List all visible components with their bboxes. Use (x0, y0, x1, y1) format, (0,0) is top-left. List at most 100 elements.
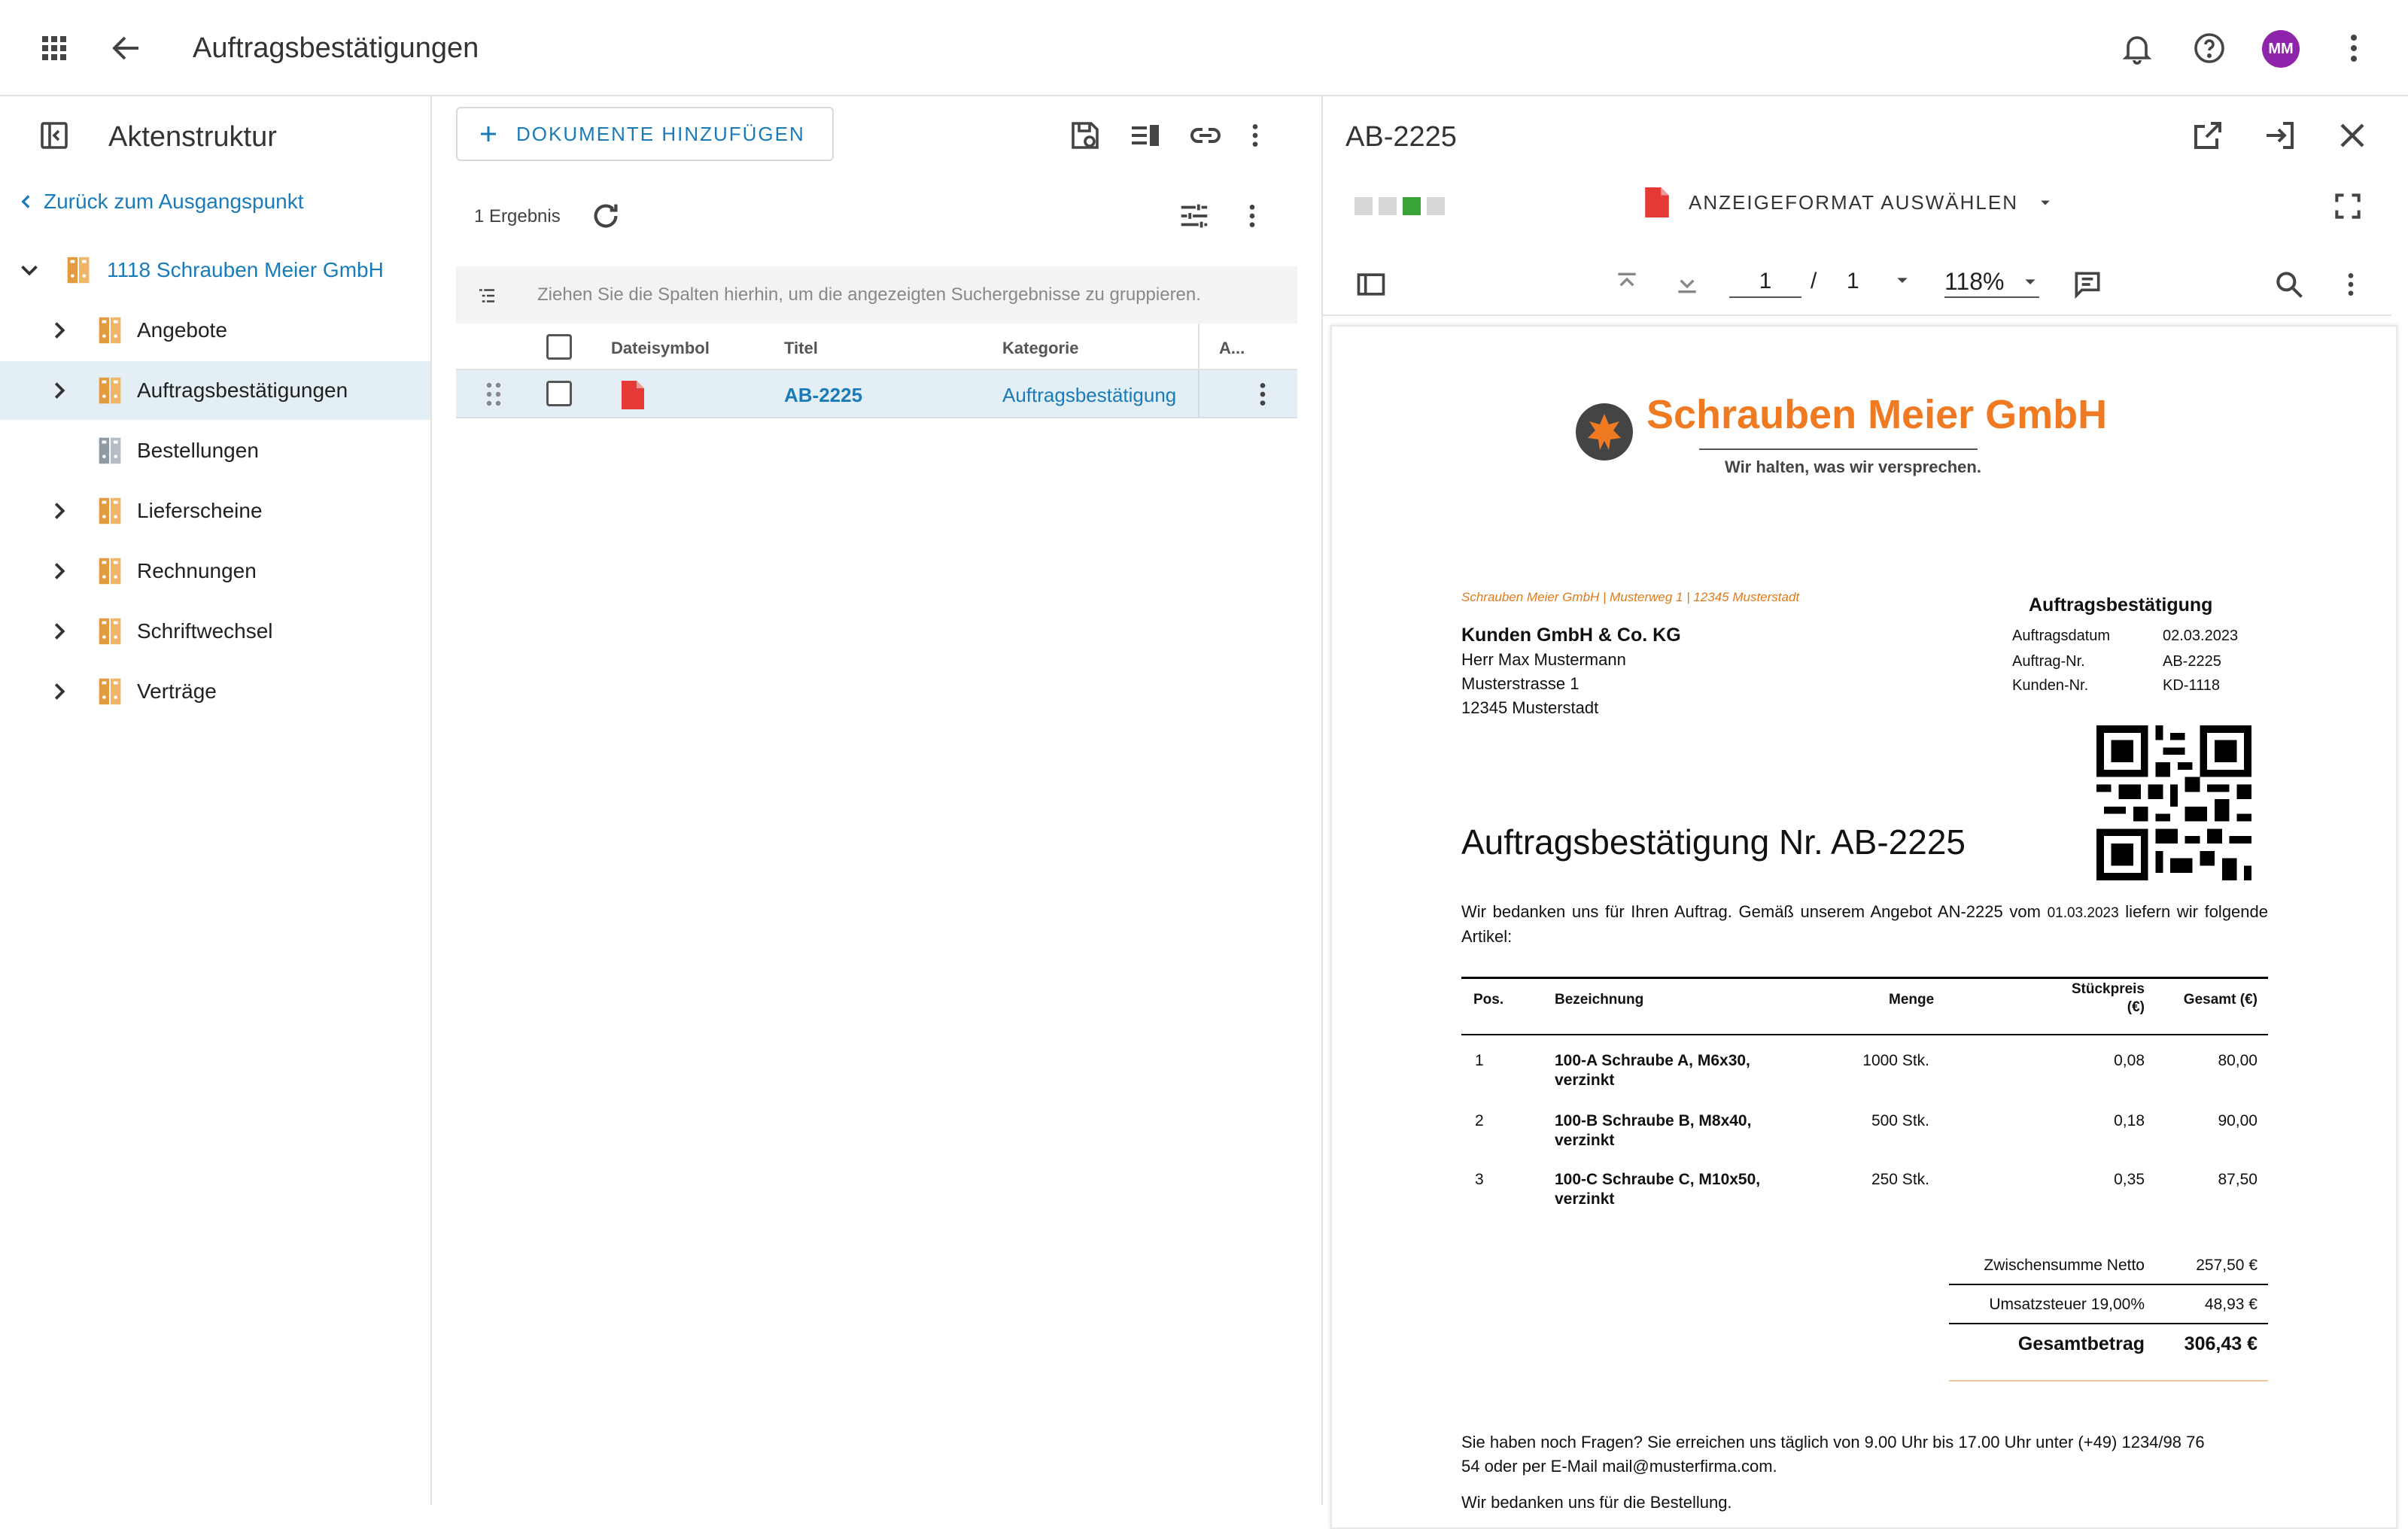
last-page-icon[interactable] (1672, 268, 1702, 298)
back-arrow-icon[interactable] (108, 30, 144, 66)
collapse-panel-icon[interactable] (36, 117, 72, 154)
sender-line: Schrauben Meier GmbH | Musterweg 1 | 123… (1461, 590, 1800, 604)
row-category[interactable]: Auftragsbestätigung (1002, 384, 1176, 407)
fullscreen-icon[interactable] (2331, 190, 2364, 223)
dock-panel-icon[interactable] (2262, 117, 2298, 154)
tree-item-label: Bestellungen (137, 439, 259, 462)
tree-item-angebote[interactable]: Angebote (0, 301, 430, 360)
subtotal-value: 257,50 € (2196, 1257, 2258, 1274)
more-vert-icon[interactable] (1237, 199, 1267, 233)
column-divider (1198, 324, 1199, 370)
column-header-category[interactable]: Kategorie (1002, 339, 1078, 358)
info-label: Auftrag-Nr. (2012, 653, 2085, 670)
notification-bell-icon[interactable] (2119, 30, 2155, 66)
binder-folder-icon (93, 373, 128, 408)
document-title: AB-2225 (1345, 121, 1457, 153)
swatch-active[interactable] (1403, 197, 1421, 215)
zoom-select[interactable]: 118% (1944, 265, 2039, 298)
save-search-icon[interactable] (1067, 117, 1103, 154)
apps-grid-icon[interactable] (36, 30, 72, 66)
table-row[interactable]: AB-2225 Auftragsbestätigung (456, 370, 1297, 418)
chevron-left-icon (17, 192, 36, 211)
chevron-right-icon[interactable] (45, 617, 74, 646)
open-external-icon[interactable] (2190, 117, 2226, 154)
chevron-right-icon[interactable] (45, 677, 74, 706)
column-header-truncated[interactable]: A... (1219, 339, 1245, 358)
plus-icon (477, 123, 500, 145)
subtotal-label: Zwischensumme Netto (1984, 1257, 2145, 1274)
th-unit-b: (€) (2127, 999, 2145, 1015)
tree-item-bestellungen[interactable]: Bestellungen (0, 421, 430, 480)
th-unit-a: Stückpreis (2071, 981, 2145, 997)
tree-item-rechnungen[interactable]: Rechnungen (0, 542, 430, 600)
link-icon[interactable] (1187, 117, 1224, 154)
user-avatar[interactable]: MM (2262, 30, 2300, 68)
tree-root-label: 1118 Schrauben Meier GmbH (107, 258, 384, 281)
vat-rule (1949, 1323, 2268, 1324)
tree-item-label: Rechnungen (137, 559, 257, 582)
chevron-down-icon[interactable] (15, 256, 44, 284)
column-header-icon[interactable]: Dateisymbol (611, 339, 710, 358)
page-number-input[interactable]: 1 (1729, 265, 1801, 298)
search-icon[interactable] (2273, 268, 2306, 301)
more-vert-icon[interactable] (2336, 30, 2372, 66)
tree-item-auftragsbestaetigungen[interactable]: Auftragsbestätigungen (0, 361, 430, 420)
tree-item-lieferscheine[interactable]: Lieferscheine (0, 482, 430, 540)
column-layout-icon[interactable] (1127, 117, 1163, 154)
first-page-icon[interactable] (1612, 268, 1642, 298)
drag-handle-icon[interactable] (483, 381, 504, 408)
swatch[interactable] (1354, 197, 1373, 215)
chevron-right-icon[interactable] (45, 376, 74, 405)
sidebar-title: Aktenstruktur (108, 121, 277, 153)
total-rule (1949, 1380, 2268, 1382)
filter-settings-icon[interactable] (1177, 199, 1212, 233)
group-drop-zone[interactable]: Ziehen Sie die Spalten hierhin, um die a… (456, 266, 1297, 324)
chevron-right-icon[interactable] (45, 316, 74, 345)
company-name: Schrauben Meier GmbH (1646, 392, 2108, 437)
swatch[interactable] (1379, 197, 1397, 215)
add-documents-button[interactable]: DOKUMENTE HINZUFÜGEN (456, 107, 834, 161)
item-pos: 1 (1475, 1052, 1484, 1069)
intro-date: 01.03.2023 (2047, 905, 2119, 921)
chevron-right-icon[interactable] (45, 557, 74, 585)
help-icon[interactable] (2191, 30, 2227, 66)
layout-swatches[interactable] (1354, 197, 1445, 215)
refresh-icon[interactable] (588, 199, 623, 233)
row-checkbox[interactable] (546, 381, 572, 406)
tree-item-schriftwechsel[interactable]: Schriftwechsel (0, 602, 430, 661)
item-qty: 1000 Stk. (1862, 1052, 1929, 1069)
total-value: 306,43 € (2184, 1333, 2258, 1354)
logo-underline (1699, 448, 1978, 450)
display-format-select[interactable]: ANZEIGEFORMAT AUSWÄHLEN (1642, 185, 2056, 220)
more-vert-icon[interactable] (2336, 268, 2366, 301)
display-format-label: ANZEIGEFORMAT AUSWÄHLEN (1689, 190, 2018, 214)
tree-item-vertraege[interactable]: Verträge (0, 662, 430, 721)
column-header-title[interactable]: Titel (784, 339, 818, 358)
select-all-checkbox[interactable] (546, 334, 572, 360)
th-total: Gesamt (€) (2183, 992, 2258, 1008)
comments-icon[interactable] (2071, 268, 2104, 301)
company-slogan: Wir halten, was wir versprechen. (1725, 457, 1981, 476)
sidebar-toggle-icon[interactable] (1354, 268, 1388, 301)
th-desc: Bezeichnung (1555, 992, 1644, 1008)
recipient-city: 12345 Musterstadt (1461, 698, 1599, 717)
tree-root-item[interactable]: 1118 Schrauben Meier GmbH (0, 241, 430, 299)
info-value: KD-1118 (2163, 677, 2220, 694)
tree-item-label: Lieferscheine (137, 499, 263, 522)
vat-label: Umsatzsteuer 19,00% (1989, 1296, 2145, 1313)
table-header: Dateisymbol Titel Kategorie A... (456, 324, 1297, 370)
subtotal-rule (1949, 1284, 2268, 1285)
pdf-page: Schrauben Meier GmbH Wir halten, was wir… (1330, 325, 2397, 1529)
chevron-right-icon[interactable] (45, 497, 74, 525)
swatch[interactable] (1427, 197, 1445, 215)
pdf-toolbar: 1 / 1 118% (1323, 248, 2391, 316)
row-more-vert-icon[interactable] (1248, 378, 1278, 411)
item-desc-a: 100-C Schraube C, M10x50, (1555, 1171, 1761, 1188)
item-desc-a: 100-A Schraube A, M6x30, (1555, 1052, 1750, 1069)
page-dropdown-icon[interactable] (1890, 268, 1914, 292)
row-title-link[interactable]: AB-2225 (784, 384, 862, 407)
close-icon[interactable] (2334, 117, 2370, 154)
more-vert-icon[interactable] (1240, 117, 1270, 154)
back-to-origin-link[interactable]: Zurück zum Ausgangspunkt (17, 190, 304, 214)
file-structure-sidebar: Aktenstruktur Zurück zum Ausgangspunkt 1… (0, 96, 432, 1505)
